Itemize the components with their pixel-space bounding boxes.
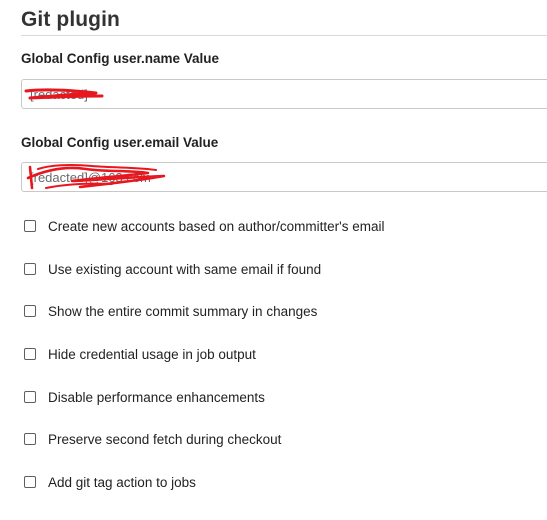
option-create-accounts[interactable]: Create new accounts based on author/comm… (24, 217, 385, 235)
username-field-label: Global Config user.name Value (21, 51, 220, 66)
option-use-existing-account[interactable]: Use existing account with same email if … (24, 260, 321, 278)
section-title: Git plugin (21, 8, 120, 31)
checkbox-label: Show the entire commit summary in change… (48, 303, 318, 319)
checkbox[interactable] (24, 305, 36, 317)
git-plugin-section: Git plugin Global Config user.name Value… (0, 0, 547, 520)
section-divider (21, 35, 547, 36)
checkbox-label: Disable performance enhancements (48, 389, 265, 405)
checkbox[interactable] (24, 220, 36, 232)
option-show-commit-summary[interactable]: Show the entire commit summary in change… (24, 302, 317, 320)
checkbox[interactable] (24, 263, 36, 275)
option-preserve-second-fetch[interactable]: Preserve second fetch during checkout (24, 430, 281, 448)
checkbox-label: Add git tag action to jobs (48, 474, 196, 490)
checkbox[interactable] (24, 391, 36, 403)
option-add-git-tag-action[interactable]: Add git tag action to jobs (24, 473, 196, 491)
checkbox[interactable] (24, 476, 36, 488)
option-disable-performance[interactable]: Disable performance enhancements (24, 388, 265, 406)
checkbox-label: Hide credential usage in job output (48, 346, 256, 362)
checkbox-label: Use existing account with same email if … (48, 261, 322, 277)
checkbox[interactable] (24, 433, 36, 445)
checkbox-label: Create new accounts based on author/comm… (48, 218, 385, 234)
checkbox[interactable] (24, 348, 36, 360)
username-input[interactable] (21, 79, 547, 109)
option-hide-credential-usage[interactable]: Hide credential usage in job output (24, 345, 256, 363)
email-input[interactable] (21, 162, 547, 192)
checkbox-label: Preserve second fetch during checkout (48, 431, 282, 447)
email-field-label: Global Config user.email Value (21, 135, 219, 150)
